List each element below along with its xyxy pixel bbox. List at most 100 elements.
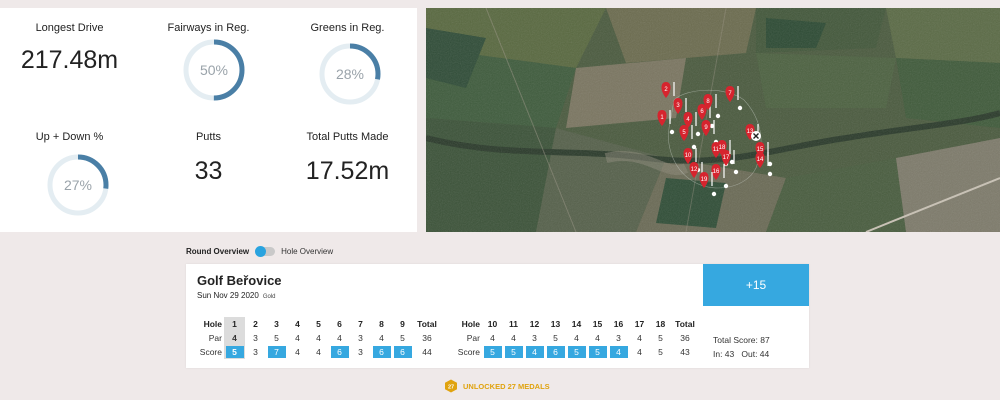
hole-cell[interactable]: 7 xyxy=(350,317,371,331)
hole-cell[interactable]: 10 xyxy=(482,317,503,331)
hole-cell[interactable]: 8 xyxy=(371,317,392,331)
stats-panel: Longest Drive 217.48m Fairways in Reg. 5… xyxy=(0,8,417,232)
par-total-cell: 36 xyxy=(680,333,690,343)
hole-cell[interactable]: 5 xyxy=(308,317,329,331)
score-cell: 5 xyxy=(566,345,587,359)
hole-pin-number: 17 xyxy=(723,155,730,161)
hole-row: Hole 1 2 3 4 5 6 7 8 9 Total xyxy=(194,317,441,331)
hole-cell[interactable]: 11 xyxy=(503,317,524,331)
hole-row-label: Hole xyxy=(203,319,222,329)
par-cell: 4 xyxy=(595,333,600,343)
hole-cell[interactable]: 18 xyxy=(650,317,671,331)
over-par-score: 6 xyxy=(546,346,565,358)
score-cell: 3 xyxy=(253,347,258,357)
hole-pin-number: 15 xyxy=(757,147,764,153)
score-cell: 5 xyxy=(224,345,245,359)
hole-pin-number: 16 xyxy=(713,169,720,175)
over-par-score: 7 xyxy=(267,346,286,358)
par-row: Par 4 3 5 4 4 4 3 4 5 36 xyxy=(194,331,441,345)
stat-greens: Greens in Reg. xyxy=(278,22,417,34)
hole-pin-number: 18 xyxy=(719,145,726,151)
hole-cell[interactable]: 14 xyxy=(566,317,587,331)
hole-row: Hole 10 11 12 13 14 15 16 17 18 Total xyxy=(452,317,699,331)
par-cell: 4 xyxy=(511,333,516,343)
stat-label: Total Putts Made xyxy=(306,131,389,143)
toggle-knob[interactable] xyxy=(255,245,267,257)
over-par-score: 4 xyxy=(609,346,628,358)
hole-cell[interactable]: 16 xyxy=(608,317,629,331)
hole-cell[interactable]: 2 xyxy=(245,317,266,331)
medal-badge-number: 27 xyxy=(448,384,454,390)
hole-cell[interactable]: 1 xyxy=(224,317,245,331)
par-cell: 4 xyxy=(379,333,384,343)
par-cell: 5 xyxy=(553,333,558,343)
greens-ring: 28% xyxy=(319,43,381,105)
par-cell: 4 xyxy=(224,331,245,345)
overview-toggle[interactable] xyxy=(255,245,276,257)
score-total-cell: 43 xyxy=(680,347,690,357)
tee-tier: Gold xyxy=(262,294,276,300)
par-cell: 3 xyxy=(532,333,537,343)
hole-cell[interactable]: 17 xyxy=(629,317,650,331)
par-cell: 4 xyxy=(637,333,642,343)
round-overview-label[interactable]: Round Overview xyxy=(186,247,249,256)
score-cell: 6 xyxy=(371,345,392,359)
satellite-map[interactable]: 12345678910111213141516171819 xyxy=(426,8,1000,232)
hole-overview-label[interactable]: Hole Overview xyxy=(281,247,333,256)
hole-cell[interactable]: 9 xyxy=(392,317,413,331)
score-row: Score 5 5 4 6 5 5 4 4 5 43 xyxy=(452,345,699,359)
course-map[interactable]: 1 2 3 4 5 6 7 8 9 10 11 12 13 14 15 16 17 18 19 xyxy=(426,8,1000,232)
in-score: In: 43 xyxy=(713,349,735,359)
over-par-score: 5 xyxy=(567,346,586,358)
score-cell: 4 xyxy=(316,347,321,357)
score-cell: 3 xyxy=(358,347,363,357)
overview-toggle-row: Round Overview Hole Overview xyxy=(186,244,333,258)
hole-cell[interactable]: 3 xyxy=(266,317,287,331)
medals-link[interactable]: 27 UNLOCKED 27 MEDALS xyxy=(444,379,550,393)
hole-cell[interactable]: 6 xyxy=(329,317,350,331)
over-par-score: 6 xyxy=(372,346,391,358)
stat-total-putts: Total Putts Made 17.52m xyxy=(278,131,417,186)
score-cell: 6 xyxy=(329,345,350,359)
score-row-label: Score xyxy=(199,347,222,357)
close-icon[interactable] xyxy=(751,131,761,141)
up-down-percent: 27% xyxy=(64,177,92,193)
par-row-label: Par xyxy=(208,333,222,343)
hole-cell[interactable]: 15 xyxy=(587,317,608,331)
score-total-cell: 44 xyxy=(422,347,432,357)
stat-value: 217.48m xyxy=(20,46,119,74)
score-cell: 5 xyxy=(587,345,608,359)
over-par-score: 6 xyxy=(330,346,349,358)
total-score-text: Total Score: 87 xyxy=(713,335,770,345)
hole-cell[interactable]: 4 xyxy=(287,317,308,331)
medals-label[interactable]: UNLOCKED 27 MEDALS xyxy=(463,382,550,391)
score-cell: 6 xyxy=(545,345,566,359)
up-down-ring: 27% xyxy=(47,154,109,216)
back-nine-table: Hole 10 11 12 13 14 15 16 17 18 Total Par 4 4 3 5 4 4 3 4 5 3… xyxy=(452,317,699,359)
scorecard: Golf Beřovice Sun Nov 29 2020 Gold +15 Ho… xyxy=(186,264,809,368)
hole-cell[interactable]: 12 xyxy=(524,317,545,331)
over-par-score: 5 xyxy=(588,346,607,358)
score-row-label: Score xyxy=(457,347,480,357)
score-cell: 7 xyxy=(266,345,287,359)
stat-fairways: Fairways in Reg. xyxy=(139,22,278,34)
stat-value: 33 xyxy=(194,157,223,185)
score-summary: Total Score: 87 In: 43 Out: 44 xyxy=(713,333,770,361)
over-par-score: 5 xyxy=(225,346,244,358)
hole-total-cell: Total xyxy=(675,319,695,329)
hole-cell[interactable]: 13 xyxy=(545,317,566,331)
score-cell: 5 xyxy=(482,345,503,359)
medal-hex-icon: 27 xyxy=(445,379,457,393)
greens-percent: 28% xyxy=(336,66,364,82)
score-cell: 5 xyxy=(658,347,663,357)
hole-row-label: Hole xyxy=(461,319,480,329)
round-date-text: Sun Nov 29 2020 xyxy=(197,291,259,300)
score-cell: 4 xyxy=(608,345,629,359)
par-cell: 3 xyxy=(358,333,363,343)
hole-pin-number: 12 xyxy=(691,167,698,173)
in-out-text: In: 43 Out: 44 xyxy=(713,347,770,361)
par-cell: 5 xyxy=(274,333,279,343)
stat-putts: Putts 33 xyxy=(139,131,278,186)
hole-pin-number: 10 xyxy=(685,153,692,159)
score-cell: 5 xyxy=(503,345,524,359)
